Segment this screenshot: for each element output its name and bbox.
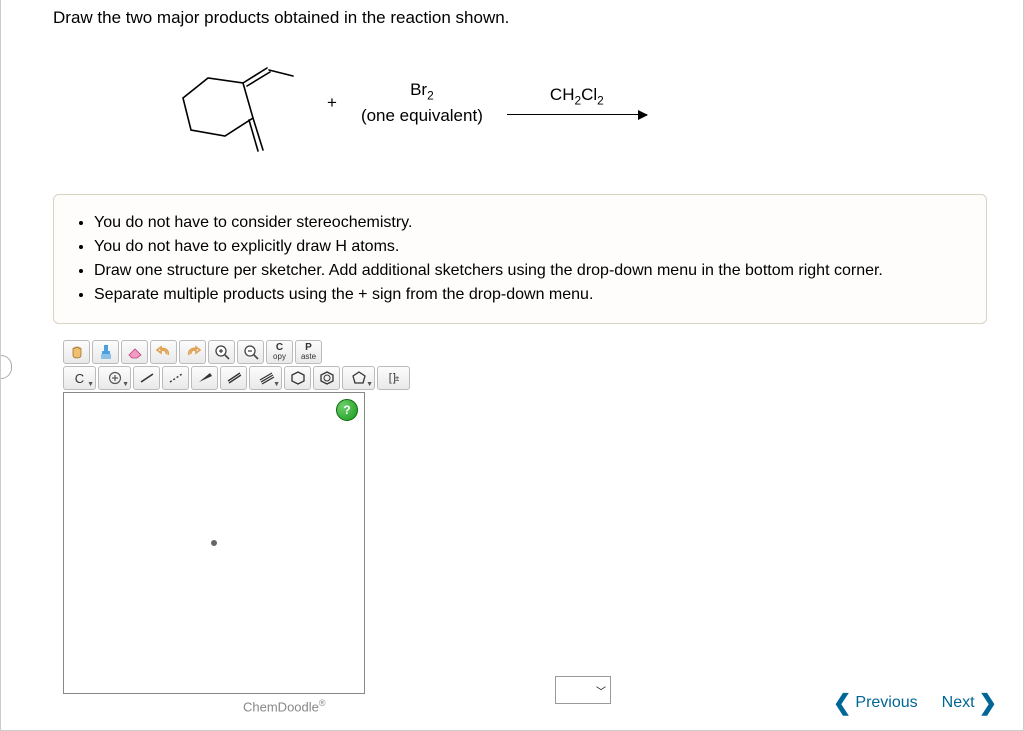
previous-button[interactable]: ❮ Previous bbox=[833, 692, 918, 714]
reagent-text: Br bbox=[410, 80, 427, 99]
single-bond-tool[interactable] bbox=[133, 366, 160, 390]
reagent-note: (one equivalent) bbox=[361, 104, 483, 128]
add-sketcher-dropdown[interactable]: ﹀ bbox=[555, 676, 611, 704]
previous-label: Previous bbox=[855, 694, 917, 712]
chevron-left-icon: ❮ bbox=[833, 692, 851, 714]
reagent-sub: 2 bbox=[427, 88, 434, 102]
charge-tool[interactable]: ▼ bbox=[98, 366, 131, 390]
help-button[interactable]: ? bbox=[336, 399, 358, 421]
carbon-placeholder-dot bbox=[211, 540, 217, 546]
instruction-item: You do not have to explicitly draw H ato… bbox=[94, 235, 968, 259]
redo-tool[interactable] bbox=[179, 340, 206, 364]
brand-sup: ® bbox=[319, 698, 326, 708]
zoom-out-tool[interactable] bbox=[237, 340, 264, 364]
plus-sign: + bbox=[327, 93, 337, 113]
instructions-box: You do not have to consider stereochemis… bbox=[53, 194, 987, 324]
toolbar-row-2: C ▼ ▼ bbox=[63, 366, 583, 390]
nav-buttons: ❮ Previous Next ❯ bbox=[833, 692, 997, 714]
content-area: Draw the two major products obtained in … bbox=[1, 0, 1023, 714]
cyclohexane-tool[interactable] bbox=[284, 366, 311, 390]
solvent-mid: Cl bbox=[581, 85, 597, 104]
chevron-down-icon: ▼ bbox=[122, 381, 129, 388]
solvent-pre: CH bbox=[550, 85, 575, 104]
chemdoodle-brand: ChemDoodle® bbox=[243, 698, 583, 714]
reagent-formula: Br2 bbox=[361, 78, 483, 104]
instruction-item: Separate multiple products using the + s… bbox=[94, 283, 968, 307]
reaction-scheme: + Br2 (one equivalent) CH2Cl2 bbox=[153, 38, 987, 168]
erase-tool[interactable] bbox=[121, 340, 148, 364]
next-label: Next bbox=[942, 694, 975, 712]
chevron-right-icon: ❯ bbox=[979, 692, 997, 714]
solvent-formula: CH2Cl2 bbox=[507, 85, 647, 107]
triple-bond-tool[interactable]: ▼ bbox=[249, 366, 282, 390]
instructions-list: You do not have to consider stereochemis… bbox=[72, 211, 968, 307]
bracket-tool[interactable]: [ ]± bbox=[377, 366, 410, 390]
instruction-item: Draw one structure per sketcher. Add add… bbox=[94, 259, 968, 283]
double-bond-tool[interactable] bbox=[220, 366, 247, 390]
brand-text: ChemDoodle bbox=[243, 699, 319, 714]
atom-label: C bbox=[75, 371, 84, 386]
next-button[interactable]: Next ❯ bbox=[942, 692, 997, 714]
solvent-block: CH2Cl2 bbox=[507, 85, 647, 120]
ring-tool[interactable]: ▼ bbox=[342, 366, 375, 390]
chevron-down-icon: ▼ bbox=[273, 381, 280, 388]
paste-tool[interactable]: P aste bbox=[295, 340, 322, 364]
wedge-bond-tool[interactable] bbox=[191, 366, 218, 390]
zoom-in-tool[interactable] bbox=[208, 340, 235, 364]
atom-tool[interactable]: C ▼ bbox=[63, 366, 96, 390]
chevron-down-icon: ▼ bbox=[87, 381, 94, 388]
paste-bottom: aste bbox=[301, 353, 316, 361]
reaction-arrow bbox=[507, 114, 647, 115]
dotted-bond-tool[interactable] bbox=[162, 366, 189, 390]
undo-tool[interactable] bbox=[150, 340, 177, 364]
instruction-item: You do not have to consider stereochemis… bbox=[94, 211, 968, 235]
reactant-structure bbox=[153, 38, 303, 168]
question-text: Draw the two major products obtained in … bbox=[53, 8, 987, 28]
hand-tool[interactable] bbox=[63, 340, 90, 364]
clean-tool[interactable] bbox=[92, 340, 119, 364]
sketcher-canvas[interactable]: ? bbox=[63, 392, 365, 694]
reagent-block: Br2 (one equivalent) bbox=[361, 78, 483, 128]
page-container: Draw the two major products obtained in … bbox=[0, 0, 1024, 731]
solvent-sub2: 2 bbox=[597, 94, 604, 108]
copy-tool[interactable]: C opy bbox=[266, 340, 293, 364]
chevron-down-icon: ▼ bbox=[366, 381, 373, 388]
sketcher-area: C opy P aste C ▼ ▼ bbox=[63, 340, 583, 714]
help-label: ? bbox=[343, 403, 350, 417]
toolbar-row-1: C opy P aste bbox=[63, 340, 583, 364]
copy-bottom: opy bbox=[273, 353, 286, 361]
benzene-tool[interactable] bbox=[313, 366, 340, 390]
chevron-down-icon: ﹀ bbox=[596, 683, 606, 698]
